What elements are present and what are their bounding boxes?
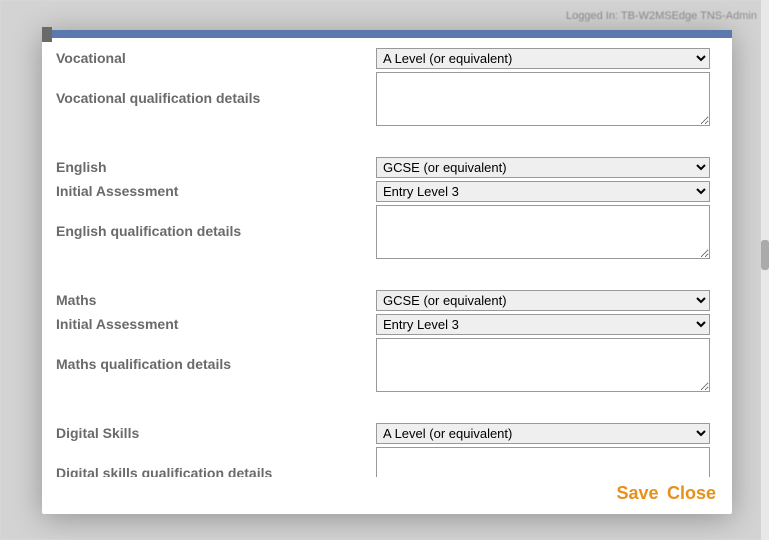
english-assessment-row: Initial Assessment Entry Level 3 — [56, 181, 710, 202]
maths-label: Maths — [56, 290, 376, 308]
page-scrollbar-track — [761, 0, 769, 540]
save-button[interactable]: Save — [616, 483, 658, 503]
vocational-details-row: Vocational qualification details — [56, 72, 710, 131]
english-assessment-select[interactable]: Entry Level 3 — [376, 181, 710, 202]
vocational-select[interactable]: A Level (or equivalent) — [376, 48, 710, 69]
maths-assessment-label: Initial Assessment — [56, 314, 376, 332]
qualifications-modal: Vocational A Level (or equivalent) Vocat… — [42, 30, 732, 514]
digital-select[interactable]: A Level (or equivalent) — [376, 423, 710, 444]
maths-assessment-select[interactable]: Entry Level 3 — [376, 314, 710, 335]
maths-details-textarea[interactable] — [376, 338, 710, 392]
vocational-label: Vocational — [56, 48, 376, 66]
vocational-details-textarea[interactable] — [376, 72, 710, 126]
english-details-label: English qualification details — [56, 205, 376, 239]
english-row: English GCSE (or equivalent) — [56, 157, 710, 178]
digital-details-textarea[interactable] — [376, 447, 710, 477]
english-assessment-label: Initial Assessment — [56, 181, 376, 199]
modal-header-bar — [42, 30, 732, 38]
modal-body: Vocational A Level (or equivalent) Vocat… — [42, 38, 732, 477]
english-details-row: English qualification details — [56, 205, 710, 264]
maths-row: Maths GCSE (or equivalent) — [56, 290, 710, 311]
digital-row: Digital Skills A Level (or equivalent) — [56, 423, 710, 444]
maths-details-label: Maths qualification details — [56, 338, 376, 372]
maths-select[interactable]: GCSE (or equivalent) — [376, 290, 710, 311]
maths-details-row: Maths qualification details — [56, 338, 710, 397]
english-select[interactable]: GCSE (or equivalent) — [376, 157, 710, 178]
english-details-textarea[interactable] — [376, 205, 710, 259]
english-label: English — [56, 157, 376, 175]
logged-in-text: Logged In: TB-W2MSEdge TNS-Admin — [566, 10, 757, 22]
digital-details-row: Digital skills qualification details — [56, 447, 710, 477]
digital-details-label: Digital skills qualification details — [56, 447, 376, 477]
maths-assessment-row: Initial Assessment Entry Level 3 — [56, 314, 710, 335]
close-button[interactable]: Close — [667, 483, 716, 503]
vocational-details-label: Vocational qualification details — [56, 72, 376, 106]
modal-footer: Save Close — [42, 477, 732, 514]
vocational-row: Vocational A Level (or equivalent) — [56, 48, 710, 69]
digital-label: Digital Skills — [56, 423, 376, 441]
page-scrollbar-thumb[interactable] — [761, 240, 769, 270]
